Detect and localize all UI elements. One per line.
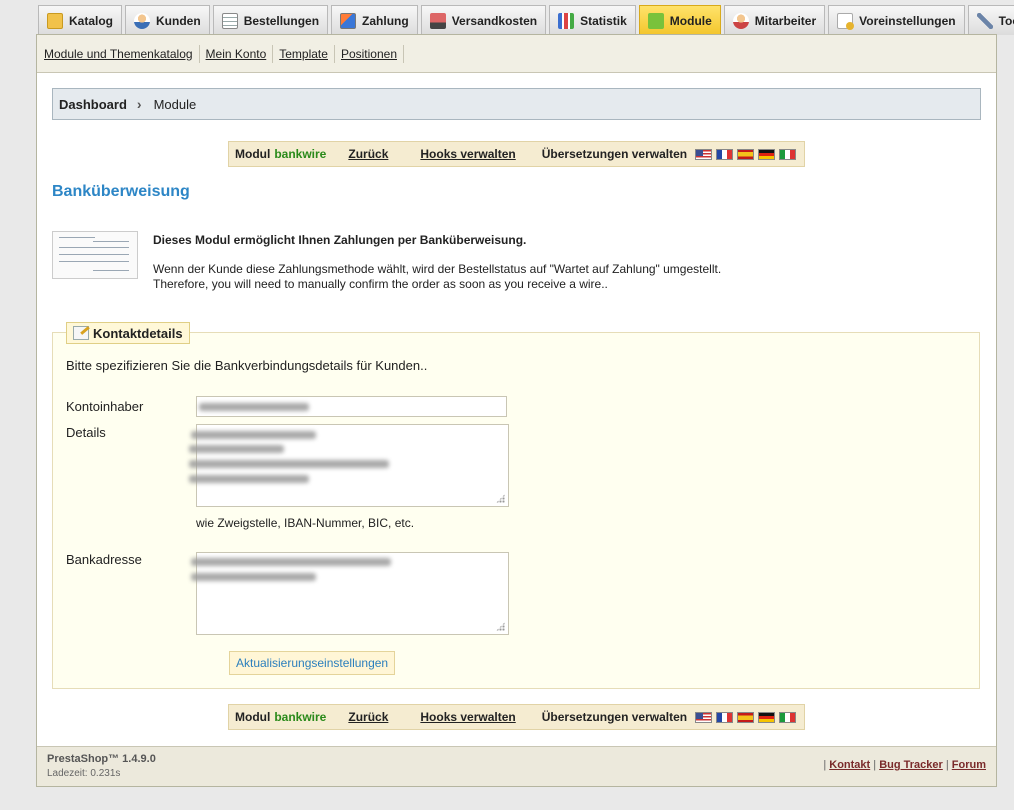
back-link[interactable]: Zurück: [348, 147, 388, 161]
wrench-icon: [976, 12, 993, 29]
tab-versandkosten[interactable]: Versandkosten: [420, 5, 547, 35]
back-link[interactable]: Zurück: [348, 710, 388, 724]
bar-chart-icon: [558, 12, 575, 29]
intro-line-2: Therefore, you will need to manually con…: [153, 277, 608, 291]
forum-link[interactable]: Forum: [952, 759, 986, 771]
employee-icon: [732, 12, 749, 29]
legend-label: Kontaktdetails: [93, 325, 183, 341]
module-toolbar-bottom: Modul bankwire Zurück Hooks verwalten Üb…: [228, 704, 805, 730]
tab-label: Module: [669, 13, 712, 28]
tab-kunden[interactable]: Kunden: [125, 5, 210, 35]
form-legend: Kontaktdetails: [66, 322, 190, 344]
subnav-positions[interactable]: Positionen: [341, 44, 404, 63]
tab-label: Mitarbeiter: [754, 13, 817, 28]
module-label: Modul: [235, 147, 271, 161]
sub-navigation: Module und Themenkatalog Mein Konto Temp…: [37, 35, 996, 73]
contact-link[interactable]: Kontakt: [829, 759, 870, 771]
flag-de-icon[interactable]: [758, 148, 776, 160]
page-title: Banküberweisung: [52, 183, 190, 200]
language-flags: [695, 711, 797, 723]
resize-grip-icon[interactable]: [496, 622, 505, 631]
form-description: Bitte spezifizieren Sie die Bankverbindu…: [66, 358, 428, 373]
tab-label: Voreinstellungen: [859, 13, 956, 28]
breadcrumb: Dashboard › Module: [52, 88, 981, 120]
tab-module[interactable]: Module: [638, 5, 721, 35]
flag-es-icon[interactable]: [737, 148, 755, 160]
details-textarea[interactable]: [189, 424, 509, 507]
module-thumbnail: [52, 231, 138, 279]
module-name: bankwire: [274, 710, 327, 724]
resize-grip-icon[interactable]: [496, 494, 505, 503]
flag-fr-icon[interactable]: [716, 148, 734, 160]
document-icon: [221, 12, 238, 29]
tab-label: Bestellungen: [243, 13, 320, 28]
chevron-right-icon: ›: [136, 96, 142, 112]
flag-en-icon[interactable]: [695, 148, 713, 160]
contact-details-form: Kontaktdetails Bitte spezifizieren Sie d…: [52, 322, 980, 689]
breadcrumb-current: Module: [153, 96, 197, 112]
flag-es-icon[interactable]: [737, 711, 755, 723]
puzzle-icon: [647, 12, 664, 29]
folder-icon: [47, 12, 63, 29]
flag-en-icon[interactable]: [695, 711, 713, 723]
tab-label: Kunden: [156, 13, 201, 28]
intro-headline: Dieses Modul ermöglicht Ihnen Zahlungen …: [153, 233, 527, 247]
footer: PrestaShop™ 1.4.9.0 Ladezeit: 0.231s | K…: [37, 746, 996, 786]
edit-icon: [73, 326, 89, 340]
owner-input[interactable]: [196, 396, 507, 417]
footer-links: | Kontakt | Bug Tracker | Forum: [823, 759, 986, 771]
tab-zahlung[interactable]: Zahlung: [331, 5, 418, 35]
module-name: bankwire: [274, 147, 327, 161]
tab-voreinstellungen[interactable]: Voreinstellungen: [828, 5, 965, 35]
tab-label: Versandkosten: [451, 13, 538, 28]
tab-label: Katalog: [69, 13, 114, 28]
tab-katalog[interactable]: Katalog: [38, 5, 123, 35]
truck-icon: [429, 12, 446, 29]
flag-it-icon[interactable]: [779, 148, 797, 160]
intro-line-1: Wenn der Kunde diese Zahlungsmethode wäh…: [153, 262, 722, 276]
content-frame: Module und Themenkatalog Mein Konto Temp…: [36, 34, 997, 787]
details-hint: wie Zweigstelle, IBAN-Nummer, BIC, etc.: [196, 516, 415, 530]
flag-fr-icon[interactable]: [716, 711, 734, 723]
language-flags: [695, 148, 797, 160]
module-toolbar-top: Modul bankwire Zurück Hooks verwalten Üb…: [228, 141, 805, 167]
flag-de-icon[interactable]: [758, 711, 776, 723]
load-time: Ladezeit: 0.231s: [47, 768, 121, 779]
manage-hooks-link[interactable]: Hooks verwalten: [420, 147, 515, 161]
subnav-module-catalog[interactable]: Module und Themenkatalog: [44, 44, 200, 63]
payment-card-icon: [340, 12, 357, 29]
manage-hooks-link[interactable]: Hooks verwalten: [420, 710, 515, 724]
manage-translations-label: Übersetzungen verwalten: [541, 710, 688, 724]
bank-address-label: Bankadresse: [66, 552, 142, 567]
tab-mitarbeiter[interactable]: Mitarbeiter: [723, 5, 826, 35]
manage-translations-label: Übersetzungen verwalten: [541, 147, 688, 161]
user-icon: [134, 12, 151, 29]
main-tab-bar: Katalog Kunden Bestellungen Zahlung Vers…: [38, 5, 1014, 35]
module-label: Modul: [235, 710, 271, 724]
subnav-my-account[interactable]: Mein Konto: [206, 44, 274, 63]
preferences-icon: [837, 12, 855, 30]
tab-bestellungen[interactable]: Bestellungen: [212, 5, 329, 35]
details-label: Details: [66, 425, 106, 440]
update-settings-button[interactable]: Aktualisierungseinstellungen: [229, 651, 396, 675]
tab-label: Statistik: [580, 13, 627, 28]
subnav-template[interactable]: Template: [279, 44, 335, 63]
breadcrumb-home[interactable]: Dashboard: [59, 97, 127, 112]
tab-tools[interactable]: Tools: [967, 5, 1014, 35]
tab-statistik[interactable]: Statistik: [549, 5, 636, 35]
owner-label: Kontoinhaber: [66, 399, 144, 414]
flag-it-icon[interactable]: [779, 711, 797, 723]
bank-address-textarea[interactable]: [191, 552, 509, 635]
tab-label: Zahlung: [362, 13, 409, 28]
version-text: PrestaShop™ 1.4.9.0: [47, 753, 156, 765]
bug-tracker-link[interactable]: Bug Tracker: [879, 759, 943, 771]
module-intro: Dieses Modul ermöglicht Ihnen Zahlungen …: [52, 231, 982, 291]
tab-label: Tools: [998, 13, 1014, 28]
